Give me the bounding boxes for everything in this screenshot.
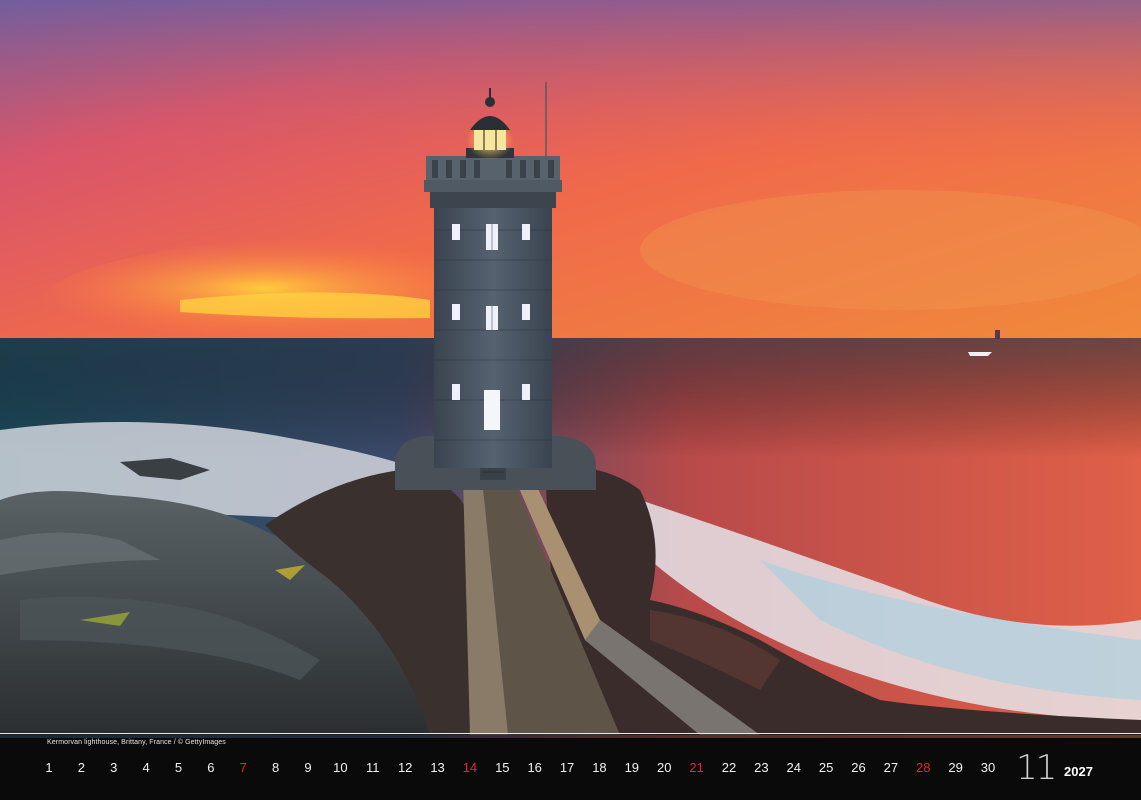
day-number: 5 [174,760,183,775]
day-number: 7 [239,760,247,775]
day-number: 22 [721,760,737,775]
divider [0,733,1141,734]
day-list: 1 2 3 4 5 6 7 8 9 10 11 12 13 14 15 16 17 18 19 20 21 22 23 24 2… [0,760,1141,782]
photo-caption: Kermorvan lighthouse, Brittany, France /… [47,739,226,746]
day-number: 1 [45,760,53,775]
day-number: 10 [333,760,348,775]
day-number: 2 [77,760,85,775]
day-number: 24 [786,760,801,775]
day-number: 20 [656,760,672,775]
day-number: 23 [754,760,769,775]
day-number: 16 [527,760,542,775]
calendar-page: Kermorvan lighthouse, Brittany, France /… [0,0,1141,800]
day-number: 12 [397,760,413,775]
day-number: 4 [142,760,150,775]
day-number: 17 [559,760,575,775]
year-label: 2027 [1064,764,1093,779]
day-number: 26 [851,760,866,775]
day-number: 29 [948,760,963,775]
day-number: 14 [462,760,478,775]
day-number: 21 [689,760,704,775]
day-number: 19 [624,760,640,775]
day-number: 6 [207,760,215,775]
day-number: 28 [916,760,931,775]
day-number: 11 [366,760,380,775]
month-number: 11 [1016,748,1057,788]
day-number: 30 [980,760,996,775]
day-number: 15 [495,760,510,775]
day-number: 25 [818,760,834,775]
day-number: 9 [304,760,312,775]
day-number: 13 [430,760,445,775]
day-number: 8 [272,760,280,775]
day-number: 18 [592,760,607,775]
day-number: 3 [110,760,118,775]
lighthouse-sunset-photo [0,0,1141,738]
day-number: 27 [883,760,899,775]
